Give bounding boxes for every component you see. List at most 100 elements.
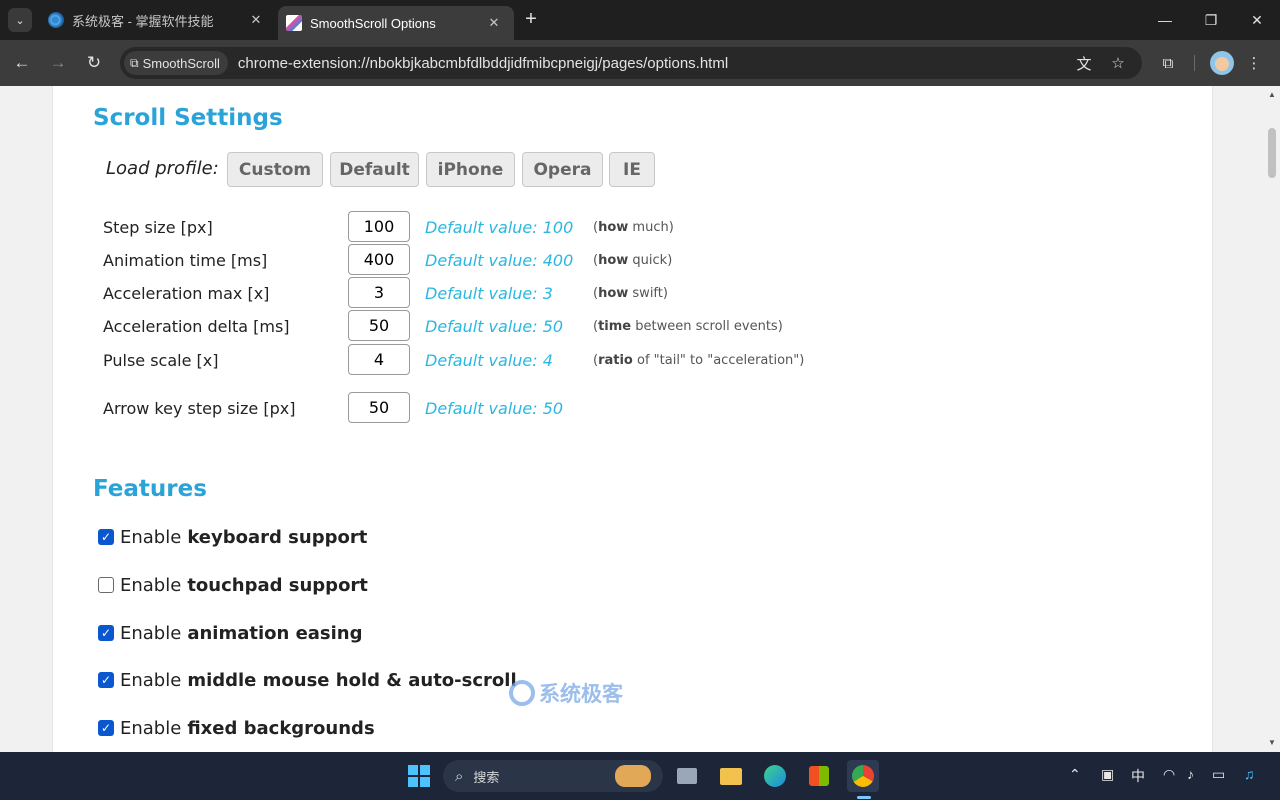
step-size-default: Default value: 100	[425, 218, 574, 237]
feature-name: keyboard support	[187, 526, 368, 548]
bookmark-star-icon[interactable]: ☆	[1106, 51, 1130, 75]
taskbar-search[interactable]: ⌕ 搜索	[443, 760, 663, 792]
wifi-icon[interactable]: ◠	[1163, 766, 1175, 783]
feature-middle-mouse-autoscroll[interactable]: ✓ Enable middle mouse hold & auto-scroll	[98, 669, 517, 691]
address-bar[interactable]: ⧉ SmoothScroll chrome-extension://nbokbj…	[120, 47, 1142, 79]
toolbar-divider	[1194, 55, 1195, 71]
windows-logo-icon	[408, 765, 430, 787]
animation-time-hint: (how quick)	[593, 253, 673, 268]
minimize-button[interactable]: —	[1142, 0, 1188, 40]
checkbox-checked[interactable]: ✓	[98, 625, 114, 641]
watermark: 系统极客	[509, 678, 623, 708]
feature-touchpad-support[interactable]: Enable touchpad support	[98, 574, 368, 596]
scroll-up-arrow-icon[interactable]: ▲	[1264, 88, 1280, 102]
page-viewport: Scroll Settings Load profile: Custom Def…	[0, 86, 1264, 752]
feature-fixed-backgrounds[interactable]: ✓ Enable fixed backgrounds	[98, 717, 375, 739]
feature-name: touchpad support	[187, 574, 368, 596]
scroll-thumb[interactable]	[1268, 128, 1276, 178]
site-favicon-icon	[48, 12, 64, 28]
extensions-icon[interactable]: ⧉	[1156, 51, 1180, 75]
translate-icon[interactable]: 文	[1072, 51, 1096, 75]
profile-default-button[interactable]: Default	[330, 152, 419, 187]
search-icon: ⌕	[455, 767, 464, 785]
checkbox-checked[interactable]: ✓	[98, 672, 114, 688]
tab-smoothscroll-options[interactable]: SmoothScroll Options ✕	[278, 6, 514, 40]
task-view-icon[interactable]	[671, 760, 703, 792]
tray-app-icon[interactable]: ▣	[1101, 766, 1114, 783]
tray-chevron-up-icon[interactable]: ⌃	[1069, 766, 1081, 783]
start-button[interactable]	[403, 760, 435, 792]
feature-prefix: Enable	[120, 717, 182, 739]
back-arrow-icon[interactable]: ←	[10, 51, 34, 75]
profile-iphone-button[interactable]: iPhone	[426, 152, 515, 187]
new-tab-button[interactable]: +	[521, 9, 541, 30]
menu-kebab-icon[interactable]: ⋮	[1242, 51, 1266, 75]
feature-name: animation easing	[187, 622, 363, 644]
tab-title: 系统极客 - 掌握软件技能	[72, 13, 214, 29]
tab-close-icon[interactable]: ✕	[486, 15, 502, 31]
taskbar-search-placeholder: 搜索	[473, 769, 500, 785]
search-highlight-icon	[615, 765, 651, 787]
profile-avatar[interactable]	[1210, 51, 1234, 75]
battery-icon[interactable]: ▭	[1212, 766, 1225, 783]
feature-prefix: Enable	[120, 574, 182, 596]
step-size-input[interactable]	[348, 211, 410, 242]
checkbox-unchecked[interactable]	[98, 577, 114, 593]
acceleration-delta-input[interactable]	[348, 310, 410, 341]
scroll-settings-heading: Scroll Settings	[93, 105, 283, 131]
feature-name: middle mouse hold & auto-scroll	[187, 669, 517, 691]
profile-ie-button[interactable]: IE	[609, 152, 655, 187]
notification-bell-icon[interactable]: ♫	[1244, 766, 1255, 782]
chevron-down-icon: ⌄	[15, 14, 25, 27]
extension-favicon-icon	[286, 15, 302, 31]
arrow-key-step-label: Arrow key step size [px]	[103, 399, 296, 418]
feature-animation-easing[interactable]: ✓ Enable animation easing	[98, 622, 363, 644]
checkbox-checked[interactable]: ✓	[98, 720, 114, 736]
pulse-scale-label: Pulse scale [x]	[103, 351, 219, 370]
chrome-icon[interactable]	[847, 760, 879, 792]
features-heading: Features	[93, 476, 207, 502]
arrow-key-step-default: Default value: 50	[425, 399, 564, 418]
edge-browser-icon[interactable]	[759, 760, 791, 792]
acceleration-max-label: Acceleration max [x]	[103, 284, 270, 303]
close-window-button[interactable]: ✕	[1234, 0, 1280, 40]
tab-strip: ⌄ 系统极客 - 掌握软件技能 ✕ SmoothScroll Options ✕…	[0, 0, 1280, 40]
volume-icon[interactable]: ♪	[1187, 766, 1194, 782]
ime-indicator[interactable]: 中	[1131, 766, 1145, 786]
animation-time-label: Animation time [ms]	[103, 251, 268, 270]
profile-custom-button[interactable]: Custom	[227, 152, 323, 187]
extension-chip[interactable]: ⧉ SmoothScroll	[124, 51, 228, 75]
tab-close-icon[interactable]: ✕	[248, 12, 264, 28]
feature-name: fixed backgrounds	[187, 717, 375, 739]
profile-opera-button[interactable]: Opera	[522, 152, 603, 187]
tab-search-button[interactable]: ⌄	[8, 8, 32, 32]
acceleration-max-hint: (how swift)	[593, 286, 668, 301]
forward-arrow-icon[interactable]: →	[46, 51, 70, 75]
load-profile-label: Load profile:	[106, 158, 219, 179]
pulse-scale-input[interactable]	[348, 344, 410, 375]
puzzle-icon: ⧉	[130, 55, 139, 70]
reload-icon[interactable]: ↻	[82, 51, 106, 75]
animation-time-default: Default value: 400	[425, 251, 574, 270]
active-app-indicator	[857, 796, 871, 799]
acceleration-delta-label: Acceleration delta [ms]	[103, 317, 290, 336]
checkbox-checked[interactable]: ✓	[98, 529, 114, 545]
tab-xitongjike[interactable]: 系统极客 - 掌握软件技能 ✕	[40, 0, 276, 40]
windows-taskbar: ⌕ 搜索 ⌃ ▣ 中 ◠ ♪ ▭ ♫	[0, 752, 1280, 800]
acceleration-delta-hint: (time between scroll events)	[593, 319, 783, 334]
browser-toolbar: ← → ↻ ⧉ SmoothScroll chrome-extension://…	[0, 40, 1280, 86]
page-scrollbar[interactable]: ▲ ▼	[1264, 86, 1280, 752]
animation-time-input[interactable]	[348, 244, 410, 275]
acceleration-delta-default: Default value: 50	[425, 317, 564, 336]
scroll-down-arrow-icon[interactable]: ▼	[1264, 736, 1280, 750]
pulse-scale-default: Default value: 4	[425, 351, 553, 370]
restore-button[interactable]: ❐	[1188, 0, 1234, 40]
file-explorer-icon[interactable]	[715, 760, 747, 792]
feature-prefix: Enable	[120, 669, 182, 691]
acceleration-max-input[interactable]	[348, 277, 410, 308]
feature-keyboard-support[interactable]: ✓ Enable keyboard support	[98, 526, 367, 548]
url-text[interactable]: chrome-extension://nbokbjkabcmbfdlbddjid…	[238, 55, 728, 72]
watermark-logo-icon	[509, 680, 535, 706]
store-icon[interactable]	[803, 760, 835, 792]
arrow-key-step-input[interactable]	[348, 392, 410, 423]
